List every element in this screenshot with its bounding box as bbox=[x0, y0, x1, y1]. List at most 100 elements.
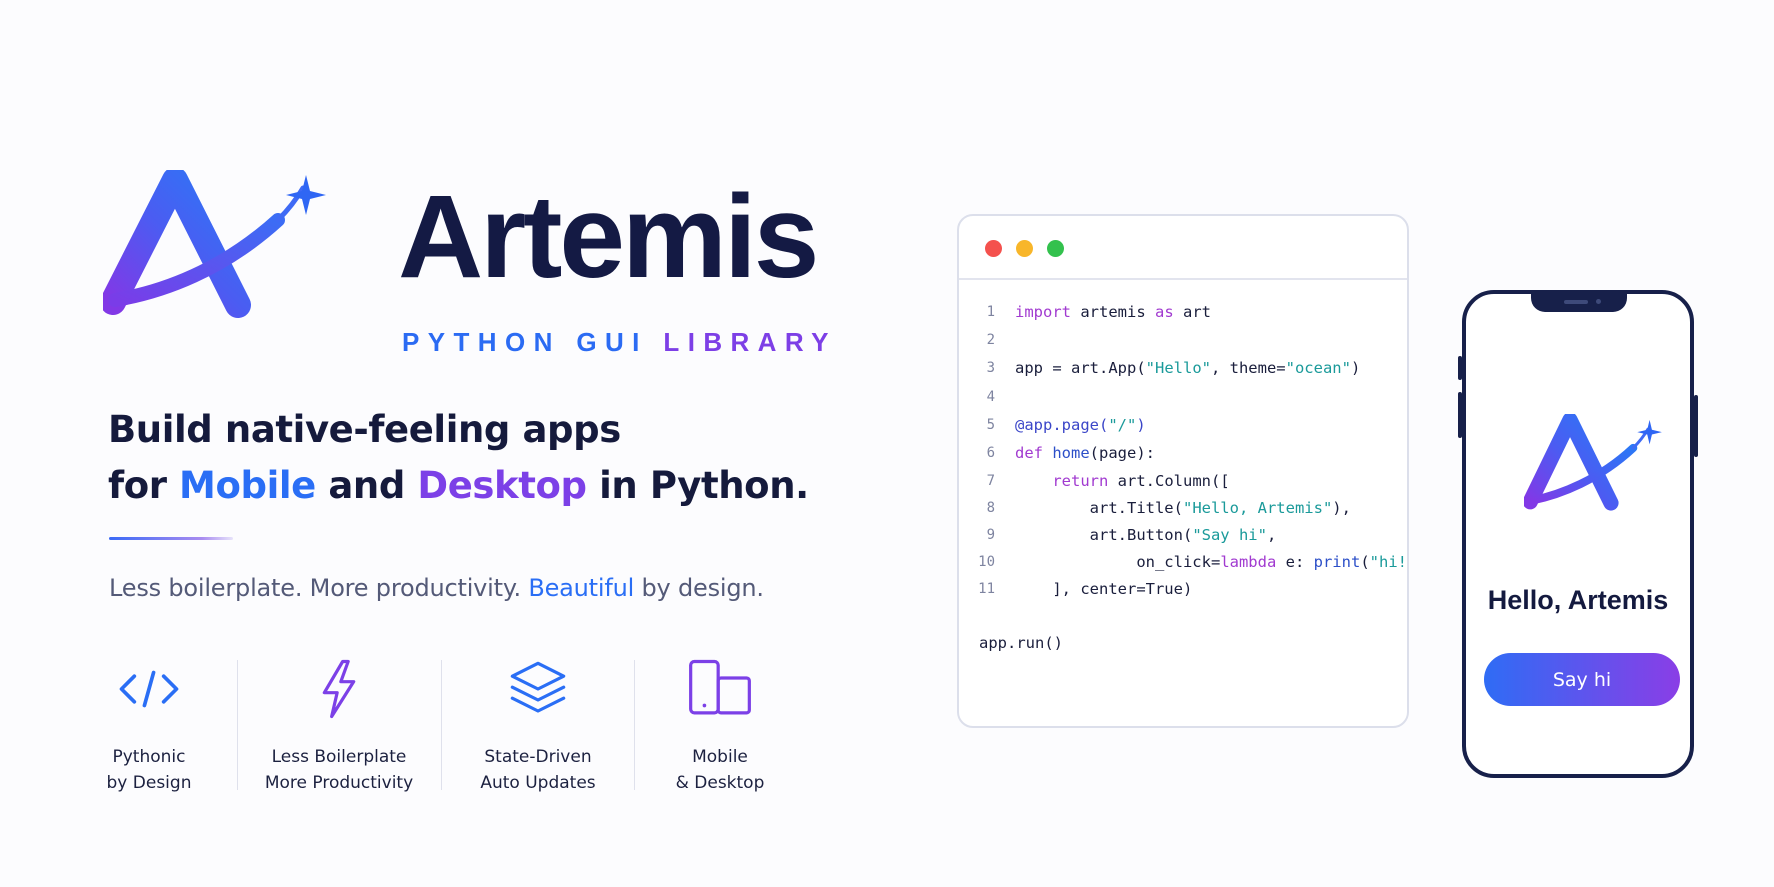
code-token: "Hello, Artemis" bbox=[1182, 499, 1333, 517]
feature-line1: Mobile bbox=[692, 747, 748, 767]
code-token: e: bbox=[1276, 553, 1314, 571]
code-text: art.Button("Say hi", bbox=[1015, 523, 1277, 547]
phone-side-button bbox=[1458, 392, 1462, 438]
line-number: 3 bbox=[986, 360, 995, 376]
code-token: print bbox=[1313, 553, 1361, 571]
code-token: on_click= bbox=[1015, 553, 1221, 571]
code-text: art.Title("Hello, Artemis"), bbox=[1015, 496, 1351, 520]
feature-separator bbox=[634, 660, 635, 790]
code-token: app.run() bbox=[979, 634, 1063, 652]
code-text: return art.Column([ bbox=[1015, 469, 1230, 493]
code-token: art.Title( bbox=[1015, 499, 1183, 517]
line-number: 4 bbox=[986, 389, 995, 405]
layers-icon bbox=[510, 661, 566, 713]
code-token: lambda bbox=[1220, 553, 1277, 571]
code-token: , bbox=[1266, 526, 1277, 544]
code-token: artemis bbox=[1071, 303, 1155, 321]
code-token: art bbox=[1173, 303, 1211, 321]
window-minimize-dot[interactable] bbox=[1016, 240, 1033, 257]
code-token: as bbox=[1155, 303, 1174, 321]
headline-suffix: in Python. bbox=[586, 464, 809, 507]
code-token: return bbox=[1052, 472, 1109, 490]
lightning-bolt-icon bbox=[322, 659, 356, 719]
brand-tagline: PYTHON GUI LIBRARY bbox=[402, 327, 837, 358]
code-token: art.Button( bbox=[1015, 526, 1193, 544]
artemis-logo-icon bbox=[103, 170, 326, 318]
line-number: 7 bbox=[986, 473, 995, 489]
subline-part1: Less boilerplate. More productivity. bbox=[109, 574, 529, 602]
code-token: def bbox=[1015, 444, 1043, 462]
phone-speaker bbox=[1564, 300, 1588, 304]
headline-divider bbox=[109, 537, 233, 540]
code-token: ), bbox=[1332, 499, 1351, 517]
line-number: 11 bbox=[978, 581, 995, 597]
code-token: art.Column([ bbox=[1108, 472, 1230, 490]
feature-less-boilerplate: Less Boilerplate More Productivity bbox=[258, 656, 420, 796]
phone-camera bbox=[1596, 299, 1601, 304]
feature-state-driven: State-Driven Auto Updates bbox=[458, 656, 618, 796]
feature-line1: Less Boilerplate bbox=[271, 747, 407, 767]
code-text: ], center=True) bbox=[1015, 577, 1192, 601]
code-token: "/" bbox=[1108, 416, 1137, 434]
line-number: 6 bbox=[986, 445, 995, 461]
artemis-logo-icon bbox=[1524, 414, 1662, 511]
code-token: "Hello" bbox=[1145, 359, 1211, 377]
tagline-part2: LIBRARY bbox=[663, 327, 837, 357]
phone-side-button bbox=[1458, 356, 1462, 380]
feature-separator bbox=[237, 660, 238, 790]
code-token: ], center=True) bbox=[1015, 580, 1193, 598]
headline-mobile: Mobile bbox=[179, 464, 316, 507]
code-token: home bbox=[1052, 444, 1090, 462]
window-close-dot[interactable] bbox=[985, 240, 1002, 257]
code-token: "Say hi" bbox=[1192, 526, 1267, 544]
line-number: 10 bbox=[978, 554, 995, 570]
code-text: app.run() bbox=[979, 631, 1063, 655]
say-hi-button[interactable]: Say hi bbox=[1484, 653, 1680, 706]
line-number: 9 bbox=[986, 527, 995, 543]
feature-label: State-Driven Auto Updates bbox=[480, 744, 595, 796]
feature-line2: & Desktop bbox=[675, 773, 765, 793]
feature-line2: Auto Updates bbox=[480, 773, 596, 793]
feature-mobile-desktop: Mobile & Desktop bbox=[660, 656, 780, 796]
headline-and: and bbox=[315, 464, 418, 507]
feature-line1: Pythonic bbox=[112, 747, 186, 767]
window-maximize-dot[interactable] bbox=[1047, 240, 1064, 257]
feature-line2: by Design bbox=[106, 773, 192, 793]
code-token: "ocean" bbox=[1285, 359, 1351, 377]
code-token: @app.page( bbox=[1015, 416, 1109, 434]
headline-line1: Build native-feeling apps bbox=[108, 408, 621, 451]
code-text: on_click=lambda e: print("hi!")), bbox=[1015, 550, 1407, 574]
feature-line1: State-Driven bbox=[484, 747, 592, 767]
line-number: 5 bbox=[986, 417, 995, 433]
code-token: ( bbox=[1360, 553, 1370, 571]
devices-icon bbox=[689, 659, 751, 715]
phone-side-button bbox=[1694, 395, 1698, 457]
code-window-titlebar bbox=[959, 216, 1407, 280]
code-token: "hi!" bbox=[1369, 553, 1407, 571]
phone-app-title: Hello, Artemis bbox=[1487, 585, 1669, 615]
headline-desktop: Desktop bbox=[417, 464, 587, 507]
code-token: ) bbox=[1136, 416, 1146, 434]
code-text: def home(page): bbox=[1015, 441, 1155, 465]
code-text: import artemis as art bbox=[1015, 300, 1211, 324]
subline: Less boilerplate. More productivity. Bea… bbox=[109, 574, 764, 602]
line-number: 1 bbox=[986, 304, 995, 320]
code-token: import bbox=[1015, 303, 1071, 321]
subline-part2: by design. bbox=[634, 574, 765, 602]
brand-name: Artemis bbox=[398, 171, 819, 303]
line-number: 2 bbox=[986, 332, 995, 348]
headline: Build native-feeling apps for Mobile and … bbox=[108, 402, 809, 514]
code-token: , theme= bbox=[1210, 359, 1286, 377]
subline-highlight: Beautiful bbox=[528, 574, 635, 602]
feature-label: Less Boilerplate More Productivity bbox=[265, 744, 413, 796]
code-text: @app.page("/") bbox=[1015, 413, 1146, 437]
feature-separator bbox=[441, 660, 442, 790]
code-window: 1 import artemis as art 2 3 app = art.App("H… bbox=[957, 214, 1409, 728]
code-token: app = art.App( bbox=[1015, 359, 1146, 377]
code-brackets-icon bbox=[119, 670, 179, 708]
feature-label: Pythonic by Design bbox=[107, 744, 192, 796]
line-number: 8 bbox=[986, 500, 995, 516]
feature-line2: More Productivity bbox=[264, 773, 414, 793]
